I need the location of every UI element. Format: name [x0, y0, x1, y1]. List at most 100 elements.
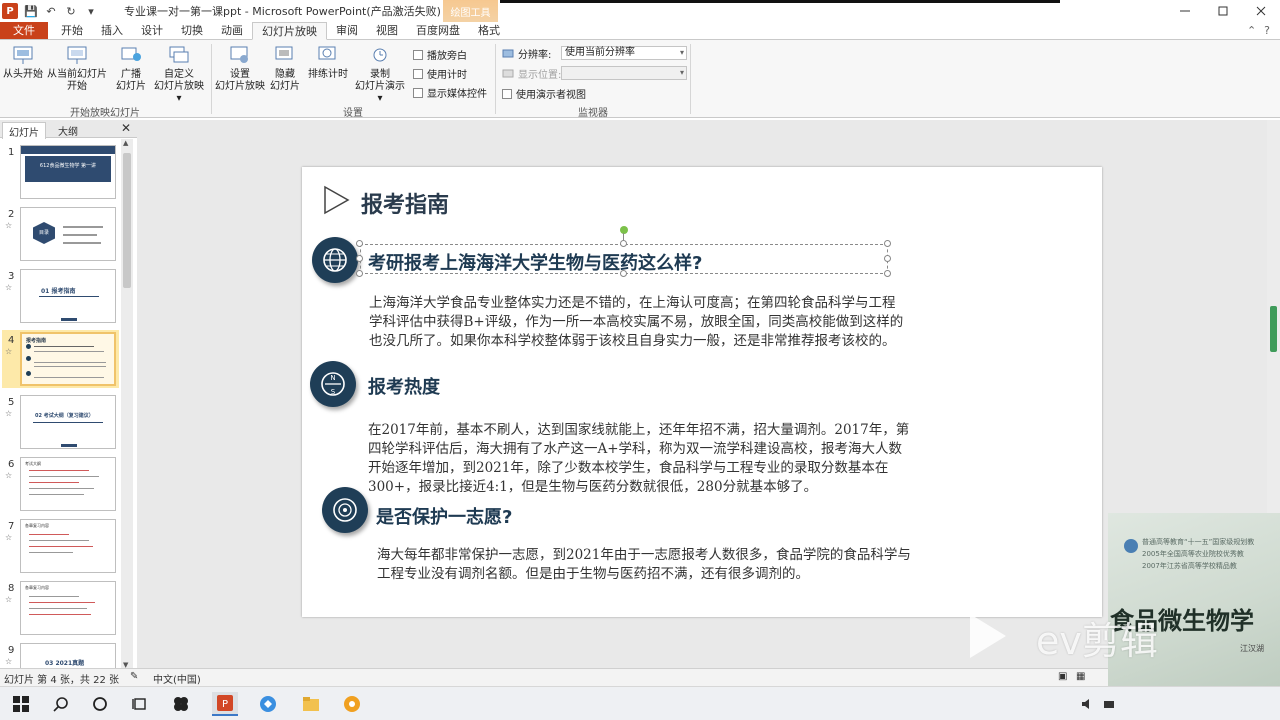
app-pinwheel-icon[interactable] [168, 692, 194, 716]
spellcheck-icon[interactable]: ✎ [130, 671, 138, 682]
tab-review[interactable]: 审阅 [327, 22, 367, 39]
tab-format[interactable]: 格式 [469, 22, 509, 39]
resize-handle-nw[interactable] [356, 240, 363, 247]
body-line: 四轮学科评估后，海大拥有了水产这一A+学科，称为双一流学科建设高校，报考海大人数 [368, 441, 903, 457]
resolution-dropdown[interactable]: 使用当前分辨率 ▾ [561, 46, 687, 60]
slide-title[interactable]: 报考指南 [361, 187, 449, 219]
watermark-play-icon [970, 614, 1006, 658]
thumb-bar [61, 444, 77, 447]
thumb-text: 目录 [33, 222, 55, 244]
record-slideshow-icon [369, 44, 391, 66]
section-body-1[interactable]: 上海海洋大学食品专业整体实力还是不错的，在上海认可度高；在第四轮食品科学与工程 … [369, 294, 903, 351]
slide-thumbnail-5[interactable]: 02 考试大纲（复习建议） [20, 395, 116, 449]
setup-slideshow-button[interactable]: 设置 幻灯片放映 [214, 44, 266, 93]
resize-handle-e[interactable] [884, 255, 891, 262]
thumb-header-bar [21, 146, 115, 154]
normal-view-icon[interactable]: ▣ [1058, 671, 1067, 682]
use-timings-checkbox[interactable]: 使用计时 [413, 66, 467, 81]
resize-handle-w[interactable] [356, 255, 363, 262]
cortana-icon[interactable] [87, 692, 113, 716]
thumb-text: 01 报考指南 [41, 288, 76, 295]
tab-home[interactable]: 开始 [52, 22, 92, 39]
broadcast-button[interactable]: 广播 幻灯片 [114, 44, 148, 93]
slide-thumbnail-1[interactable]: 612食品微生物学 第一讲 [20, 145, 116, 199]
scrollbar-thumb[interactable] [1270, 306, 1277, 352]
thumb-line [29, 540, 89, 541]
thumb-line [29, 546, 93, 547]
custom-slideshow-button[interactable]: 自定义 幻灯片放映 ▾ [150, 44, 208, 105]
animation-star-icon: ☆ [5, 409, 13, 418]
slideshow-from-current-icon [66, 44, 88, 66]
from-current-button[interactable]: 从当前幻灯片 开始 [46, 44, 108, 93]
tab-insert[interactable]: 插入 [92, 22, 132, 39]
task-view-icon[interactable] [127, 692, 153, 716]
thumb-line [63, 242, 101, 244]
section-heading-3[interactable]: 是否保护一志愿? [376, 503, 512, 529]
rotation-handle[interactable] [620, 226, 628, 234]
hide-slide-button[interactable]: 隐藏 幻灯片 [268, 44, 302, 93]
rehearse-timings-button[interactable]: 排练计时 [306, 44, 350, 81]
group-setup-label: 设置 [343, 108, 363, 119]
minimize-button[interactable] [1166, 0, 1204, 22]
show-media-controls-checkbox[interactable]: 显示媒体控件 [413, 85, 487, 100]
feishu-icon[interactable] [255, 692, 281, 716]
resize-handle-se[interactable] [884, 270, 891, 277]
thumb-bar [61, 318, 77, 321]
customize-qat-icon[interactable]: ▾ [84, 5, 98, 18]
close-pane-icon[interactable]: ✕ [121, 121, 131, 135]
resize-handle-n[interactable] [620, 240, 627, 247]
presenter-view-checkbox[interactable]: 使用演示者视图 [502, 86, 586, 101]
tab-view[interactable]: 视图 [367, 22, 407, 39]
undo-icon[interactable]: ↶ [44, 5, 58, 18]
tab-design[interactable]: 设计 [132, 22, 172, 39]
powerpoint-app-icon[interactable]: P [2, 3, 18, 19]
overlay-strip [500, 0, 1060, 3]
slide-thumbnail-7[interactable]: 各章复习内容 [20, 519, 116, 573]
powerpoint-taskbar-icon[interactable]: P [212, 692, 238, 716]
tab-slideshow[interactable]: 幻灯片放映 [252, 22, 327, 40]
language-indicator[interactable]: 中文(中国) [153, 671, 201, 686]
section-body-2[interactable]: 在2017年前，基本不刷人，达到国家线就能上，还年年招不满，招大量调剂。2017… [368, 421, 909, 497]
search-icon[interactable] [48, 692, 74, 716]
current-slide[interactable]: 报考指南 考研报考上海海洋大学生物与医药这么样? 上海海洋大学食品专业整体实力还… [302, 167, 1102, 617]
presenter-view-label: 使用演示者视图 [516, 90, 586, 101]
tab-animations[interactable]: 动画 [212, 22, 252, 39]
from-beginning-button[interactable]: 从头开始 [2, 44, 44, 81]
display-on-dropdown[interactable]: ▾ [561, 66, 687, 80]
help-icon[interactable]: ? [1264, 24, 1270, 37]
slide-sorter-view-icon[interactable]: ▦ [1076, 671, 1085, 682]
slide-thumbnail-6[interactable]: 考试大纲 [20, 457, 116, 511]
scrollbar-thumb[interactable] [123, 153, 131, 288]
redo-icon[interactable]: ↻ [64, 5, 78, 18]
record-slideshow-button[interactable]: 录制 幻灯片演示 ▾ [352, 44, 408, 105]
slide-thumbnail-4[interactable]: 报考指南 [20, 332, 116, 386]
tab-transitions[interactable]: 切换 [172, 22, 212, 39]
maximize-button[interactable] [1204, 0, 1242, 22]
windows-start-icon[interactable] [8, 692, 34, 716]
recorder-app-icon[interactable] [339, 692, 365, 716]
setup-slideshow-icon [229, 44, 251, 66]
tab-baidu-netdisk[interactable]: 百度网盘 [407, 22, 469, 39]
section-heading-1[interactable]: 考研报考上海海洋大学生物与医药这么样? [368, 249, 702, 275]
slide-thumbnail-3[interactable]: 01 报考指南 [20, 269, 116, 323]
thumb-line [34, 366, 106, 367]
section-body-3[interactable]: 海大每年都非常保护一志愿，到2021年由于一志愿报考人数很多，食品学院的食品科学… [377, 546, 911, 584]
thumb-text: 考试大纲 [25, 461, 41, 466]
file-explorer-icon[interactable] [298, 692, 324, 716]
section-heading-2[interactable]: 报考热度 [368, 373, 440, 399]
tab-file[interactable]: 文件 [0, 22, 48, 39]
slide-thumbnail-9[interactable]: 03 2021真题 [20, 643, 116, 669]
play-narration-checkbox[interactable]: 播放旁白 [413, 47, 467, 62]
tab-slides-pane[interactable]: 幻灯片 [2, 122, 46, 140]
thumbnail-scrollbar[interactable]: ▲ ▼ [121, 139, 133, 669]
minimize-ribbon-icon[interactable]: ⌃ [1247, 24, 1256, 37]
scroll-up-arrow-icon[interactable]: ▲ [123, 139, 128, 147]
tab-outline-pane[interactable]: 大纲 [52, 122, 84, 139]
resize-handle-ne[interactable] [884, 240, 891, 247]
save-icon[interactable]: 💾 [24, 5, 38, 18]
slide-thumbnail-8[interactable]: 各章复习内容 [20, 581, 116, 635]
resize-handle-sw[interactable] [356, 270, 363, 277]
tray-icon[interactable] [1096, 692, 1122, 716]
slide-thumbnail-2[interactable]: 目录 [20, 207, 116, 261]
close-button[interactable] [1242, 0, 1280, 22]
